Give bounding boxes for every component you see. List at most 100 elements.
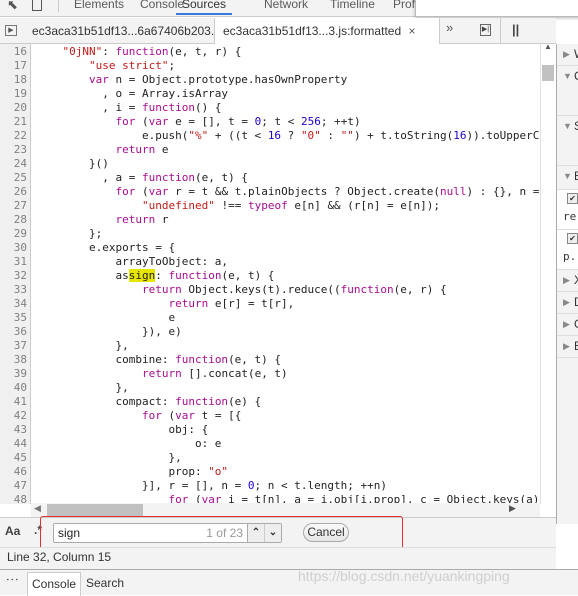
code-editor[interactable]: 16 "0jNN": function(e, t, r) {17 "use st… [0, 44, 540, 504]
horizontal-scrollbar[interactable]: ◀ ▶ [31, 503, 540, 517]
file-tab-active[interactable]: ec3aca31b51df13...3.js:formatted × [214, 18, 440, 45]
sidebar-section[interactable]: ▶G [557, 314, 578, 336]
code-token: (e) { [228, 395, 262, 408]
line-number[interactable]: 42 [0, 409, 27, 423]
line-number[interactable]: 20 [0, 101, 27, 115]
collapse-arrow-icon[interactable]: ▼ [563, 71, 572, 81]
code-line: 30 e.exports = { [0, 241, 540, 255]
line-number[interactable]: 47 [0, 479, 27, 493]
line-number[interactable]: 17 [0, 59, 27, 73]
line-number[interactable]: 18 [0, 73, 27, 87]
sidebar-section[interactable]: ▼S [557, 116, 578, 166]
toggle-navigator-icon[interactable]: ▶ [5, 25, 17, 36]
line-number[interactable]: 45 [0, 451, 27, 465]
line-number[interactable]: 34 [0, 297, 27, 311]
collapse-arrow-icon[interactable]: ▼ [563, 171, 572, 181]
line-number[interactable]: 26 [0, 185, 27, 199]
scroll-right-icon[interactable]: ▶ [509, 503, 516, 514]
line-number[interactable]: 24 [0, 157, 27, 171]
line-number[interactable]: 22 [0, 129, 27, 143]
line-number[interactable]: 35 [0, 311, 27, 325]
tab-network[interactable]: Network [264, 0, 308, 11]
vertical-scrollbar[interactable]: ▲ [540, 42, 555, 504]
line-number[interactable]: 46 [0, 465, 27, 479]
line-number[interactable]: 39 [0, 367, 27, 381]
line-number[interactable]: 25 [0, 171, 27, 185]
scroll-left-icon[interactable]: ◀ [34, 503, 41, 514]
toggle-debugger-icon[interactable]: ▶| [480, 24, 491, 36]
tab-elements[interactable]: Elements [74, 0, 124, 11]
match-case-toggle[interactable]: Aa [5, 524, 20, 538]
pause-icon[interactable]: || [512, 22, 519, 37]
line-number[interactable]: 33 [0, 283, 27, 297]
code-text: e [36, 311, 175, 325]
code-line: 20 , i = function() { [0, 101, 540, 115]
breakpoint-item[interactable]: ✔ re [557, 190, 578, 230]
drawer-tab-console[interactable]: Console [27, 572, 82, 596]
expand-arrow-icon[interactable]: ▶ [563, 341, 570, 352]
code-token: obj: { [36, 423, 209, 436]
code-token: }, [36, 451, 182, 464]
line-number[interactable]: 19 [0, 87, 27, 101]
close-tab-icon[interactable]: × [408, 24, 415, 38]
code-line: 17 "use strict"; [0, 59, 540, 73]
line-number[interactable]: 27 [0, 199, 27, 213]
line-number[interactable]: 16 [0, 45, 27, 59]
expand-arrow-icon[interactable]: ▶ [563, 49, 570, 60]
line-number[interactable]: 30 [0, 241, 27, 255]
breakpoint-checkbox[interactable]: ✔ [567, 193, 578, 204]
line-number[interactable]: 44 [0, 437, 27, 451]
code-token: function [175, 353, 229, 366]
expand-arrow-icon[interactable]: ▶ [563, 275, 570, 286]
scroll-up-icon[interactable]: ▲ [544, 42, 552, 51]
breakpoint-item[interactable]: ✔ p. [557, 230, 578, 270]
breakpoint-checkbox[interactable]: ✔ [567, 233, 578, 244]
sidebar-section[interactable]: ▶D [557, 292, 578, 314]
line-number[interactable]: 36 [0, 325, 27, 339]
more-tabs-icon[interactable]: » [446, 20, 453, 35]
line-number[interactable]: 41 [0, 395, 27, 409]
code-token: }() [36, 157, 109, 170]
line-number[interactable]: 38 [0, 353, 27, 367]
inspect-element-icon[interactable]: ⬉ [7, 0, 18, 13]
toolbar-divider [58, 0, 59, 12]
tab-timeline[interactable]: Timeline [330, 0, 375, 11]
section-title: X [574, 273, 578, 287]
sidebar-section[interactable]: ▼C [557, 66, 578, 116]
vertical-scroll-thumb[interactable] [542, 65, 554, 81]
line-number[interactable]: 31 [0, 255, 27, 269]
code-token: }), e) [36, 325, 182, 338]
next-match-button[interactable]: ⌄ [264, 524, 281, 542]
previous-match-button[interactable]: ⌃ [247, 524, 264, 542]
search-input[interactable]: sign 1 of 23 ⌃ ⌄ [53, 523, 282, 543]
cancel-button[interactable]: Cancel [303, 523, 349, 542]
tab-sources[interactable]: Sources [176, 0, 233, 15]
sidebar-section[interactable]: ▶E [557, 336, 578, 358]
file-tab[interactable]: ec3aca31b51df13...6a67406b203.js [24, 18, 231, 44]
horizontal-scroll-thumb[interactable] [47, 504, 143, 516]
code-text: var n = Object.prototype.hasOwnProperty [36, 73, 347, 87]
line-number[interactable]: 37 [0, 339, 27, 353]
line-number[interactable]: 48 [0, 493, 27, 504]
expand-arrow-icon[interactable]: ▶ [563, 297, 570, 308]
line-number[interactable]: 21 [0, 115, 27, 129]
line-number[interactable]: 28 [0, 213, 27, 227]
line-number[interactable]: 40 [0, 381, 27, 395]
sidebar-section[interactable]: ▶X [557, 270, 578, 292]
line-number[interactable]: 43 [0, 423, 27, 437]
code-text: e.exports = { [36, 241, 175, 255]
line-number[interactable]: 32 [0, 269, 27, 283]
sidebar-section[interactable]: ▶W [557, 44, 578, 66]
device-mode-icon[interactable] [32, 0, 42, 11]
expand-arrow-icon[interactable]: ▶ [563, 319, 570, 330]
sidebar-section[interactable]: ▼B [557, 166, 578, 190]
code-token: r = t && t.plainObjects ? Object.create( [168, 185, 441, 198]
code-token: (e, t) { [194, 171, 248, 184]
drawer-tab-search[interactable]: Search [86, 576, 124, 590]
line-number[interactable]: 23 [0, 143, 27, 157]
drawer-menu-icon[interactable]: ⋮ [5, 573, 20, 586]
collapse-arrow-icon[interactable]: ▼ [563, 121, 572, 131]
line-number[interactable]: 29 [0, 227, 27, 241]
